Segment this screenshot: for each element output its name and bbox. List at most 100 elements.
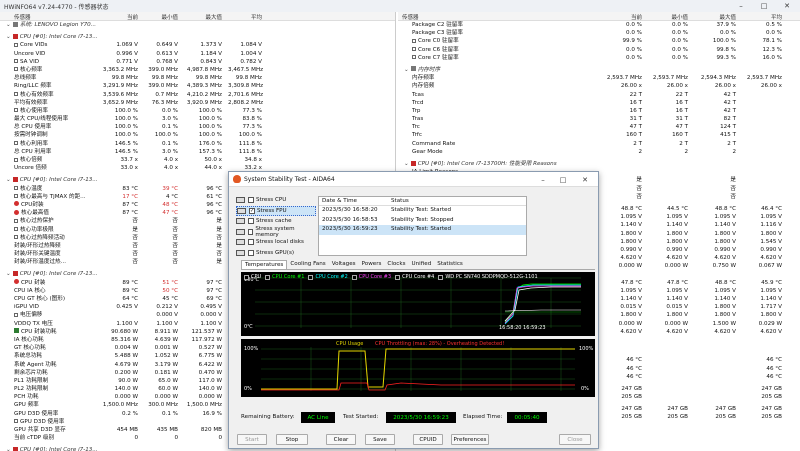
test-started-value: 2023/5/30 16:59:23: [386, 412, 456, 423]
clear-button[interactable]: Clear: [326, 434, 356, 445]
sensor-value: 1.140 V: [666, 296, 688, 302]
sensor-row[interactable]: Core C6 驻留率 0.0 % 0.0 % 99.8 % 12.3 %: [398, 46, 800, 54]
dialog-close-icon[interactable]: ✕: [577, 172, 593, 187]
dialog-minimize-icon[interactable]: –: [535, 172, 551, 187]
sensor-name: 系统 Agent 功耗: [14, 361, 98, 369]
sensor-name: ⌄ CPU [#0]: Intel Core i7-13...: [6, 446, 166, 451]
stress-option[interactable]: Stress system memory: [236, 226, 316, 238]
collapse-icon[interactable]: ⌄: [404, 161, 409, 167]
tab-4[interactable]: Clocks: [384, 260, 408, 269]
start-button[interactable]: Start: [237, 434, 267, 445]
sensor-group-header[interactable]: ⌄ CPU [#0]: Intel Core i7-13700H: 性能受限 Re…: [398, 160, 800, 169]
sensor-row[interactable]: Tcas 22 T 22 T 42 T: [398, 91, 800, 99]
sensor-row[interactable]: Core C7 驻留率 0.0 % 0.0 % 99.3 % 16.0 %: [398, 54, 800, 62]
stress-checkbox[interactable]: [248, 239, 254, 246]
stress-checkbox[interactable]: [248, 249, 254, 256]
sensor-row[interactable]: Command Rate 2 T 2 T 2 T: [398, 140, 800, 148]
sensor-value: 2: [684, 148, 688, 155]
sensor-row[interactable]: 内存倍频 26.00 x 26.00 x 26.00 x 26.00 x: [398, 82, 800, 90]
sensor-value: 1.095 V: [620, 214, 642, 221]
legend-checkbox[interactable]: [265, 274, 271, 280]
sensor-row[interactable]: 核心使用率 100.0 % 0.0 % 100.0 % 77.3 %: [0, 107, 395, 115]
collapse-icon[interactable]: ⌄: [6, 271, 11, 277]
sensor-group-header[interactable]: ⌄ CPU [#0]: Intel Core i7-13...: [0, 33, 395, 42]
cpu-chip-icon: [12, 176, 18, 182]
sensor-value: 247 GB: [761, 385, 782, 392]
sensor-row[interactable]: Trc 47 T 47 T 124 T: [398, 123, 800, 131]
collapse-icon[interactable]: ⌄: [6, 177, 11, 183]
maximize-icon[interactable]: □: [753, 0, 775, 12]
tab-5[interactable]: Unified: [409, 260, 435, 269]
sensor-row[interactable]: 核心频率 3,363.2 MHz 399.0 MHz 4,987.8 MHz 3,467…: [0, 66, 395, 74]
tab-6[interactable]: Statistics: [434, 260, 466, 269]
sensor-row[interactable]: 总线频率 99.8 MHz 99.8 MHz 99.8 MHz 99.8 MHz: [0, 74, 395, 82]
tab-1[interactable]: Cooling Fans: [287, 260, 328, 269]
sensor-name: 总 CPU 使用率: [14, 123, 98, 131]
sensor-value: 16.9 %: [202, 410, 222, 417]
sensor-row[interactable]: Core VIDs 1.069 V 0.649 V 1.373 V 1.084 V: [0, 41, 395, 49]
collapse-icon[interactable]: ⌄: [6, 22, 11, 28]
stress-checkbox[interactable]: ✓: [249, 207, 255, 214]
close-icon[interactable]: ✕: [776, 0, 798, 12]
sensor-value: 0.181 W: [154, 369, 178, 376]
legend-checkbox[interactable]: [395, 274, 401, 280]
sensor-row[interactable]: Package C3 驻留率 0.0 % 0.0 % 0.0 % 0.0 %: [398, 29, 800, 37]
tab-0[interactable]: Temperatures: [241, 260, 288, 269]
legend-item[interactable]: CPU Core #2: [308, 273, 348, 281]
sensor-row[interactable]: Trfc 160 T 160 T 415 T: [398, 131, 800, 139]
stress-checkbox[interactable]: [248, 197, 254, 204]
close-button[interactable]: Close: [559, 434, 591, 445]
save-button[interactable]: Save: [365, 434, 395, 445]
sensor-row[interactable]: 总 CPU 使用率 100.0 % 0.1 % 100.0 % 77.3 %: [0, 123, 395, 131]
sensor-row[interactable]: 按需时钟调制 100.0 % 100.0 % 100.0 % 100.0 %: [0, 131, 395, 139]
minimize-icon[interactable]: –: [730, 0, 752, 12]
event-row[interactable]: 2023/5/30 16:58:53 Stability Test: Stoppe…: [319, 216, 526, 226]
sensor-row[interactable]: Trp 16 T 16 T 42 T: [398, 107, 800, 115]
legend-item[interactable]: CPU Core #1: [265, 273, 304, 281]
sensor-group-header[interactable]: ⌄ 内存时序: [398, 65, 800, 75]
sensor-name: ⌄ 内存时序: [404, 66, 666, 74]
sensor-row[interactable]: Ring/LLC 频率 3,291.9 MHz 399.0 MHz 4,389.3 M…: [0, 82, 395, 90]
legend-checkbox[interactable]: [438, 274, 444, 280]
legend-item[interactable]: CPU: [244, 273, 261, 281]
legend-checkbox[interactable]: [351, 274, 357, 280]
sensor-row[interactable]: Package C2 驻留率 0.0 % 0.0 % 37.9 % 0.5 %: [398, 21, 800, 29]
sensor-row[interactable]: 核心有效频率 3,539.6 MHz 0.7 MHz 4,210.2 MHz 2,701…: [0, 91, 395, 99]
sensor-row[interactable]: Tras 31 T 31 T 82 T: [398, 115, 800, 123]
sensor-row[interactable]: 核心利用率 146.5 % 0.1 % 176.0 % 111.8 %: [0, 140, 395, 148]
legend-item[interactable]: WD PC SN740 SDDPMQD-512G-1101: [438, 273, 538, 281]
tab-2[interactable]: Voltages: [329, 260, 359, 269]
stress-option[interactable]: ✓ Stress FPU: [236, 205, 316, 216]
legend-checkbox[interactable]: [244, 274, 249, 280]
stress-option[interactable]: Stress local disks: [236, 237, 316, 248]
sensor-group-header[interactable]: ⌄ 系统: LENOVO Legion Y70...: [0, 21, 395, 30]
stress-option[interactable]: Stress GPU(s): [236, 248, 316, 259]
dialog-maximize-icon[interactable]: □: [555, 172, 571, 187]
legend-item[interactable]: CPU Core #3: [351, 273, 391, 281]
sensor-row[interactable]: 平均有效频率 3,652.9 MHz 76.3 MHz 3,920.9 MHz 2,80…: [0, 99, 395, 107]
sensor-row[interactable]: Gear Mode 2 2 2: [398, 148, 800, 156]
sensor-row[interactable]: 内存频率 2,593.7 MHz 2,593.7 MHz 2,594.3 MHz 2,5…: [398, 74, 800, 82]
stop-button[interactable]: Stop: [276, 434, 308, 445]
collapse-icon[interactable]: ⌄: [6, 447, 11, 451]
sensor-row[interactable]: SA VID 0.771 V 0.768 V 0.843 V 0.782 V: [0, 58, 395, 66]
stress-checkbox[interactable]: [248, 218, 254, 225]
sensor-row[interactable]: 最大 CPU/线程使用率 100.0 % 3.0 % 100.0 % 83.8 %: [0, 115, 395, 123]
cpuid-button[interactable]: CPUID: [413, 434, 443, 445]
legend-checkbox[interactable]: [308, 274, 314, 280]
sensor-row[interactable]: 核心倍频 33.7 x 4.0 x 50.0 x 34.8 x: [0, 156, 395, 164]
tab-3[interactable]: Powers: [359, 260, 385, 269]
event-row[interactable]: 2023/5/30 16:58:20 Stability Test: Starte…: [319, 206, 526, 216]
preferences-button[interactable]: Preferences: [451, 434, 489, 445]
stress-option[interactable]: Stress CPU: [236, 195, 316, 206]
collapse-icon[interactable]: ⌄: [404, 67, 409, 73]
sensor-row[interactable]: Uncore VID 0.996 V 0.613 V 1.184 V 1.004 V: [0, 50, 395, 58]
sensor-row[interactable]: 总 CPU 利用率 146.5 % 3.0 % 157.3 % 111.8 %: [0, 148, 395, 156]
legend-item[interactable]: CPU Core #4: [395, 273, 434, 281]
sensor-row[interactable]: Trcd 16 T 16 T 42 T: [398, 99, 800, 107]
sensor-row[interactable]: Core C0 驻留率 99.9 % 0.0 % 100.0 % 78.1 %: [398, 37, 800, 45]
stress-checkbox[interactable]: [247, 228, 254, 235]
collapse-icon[interactable]: ⌄: [6, 34, 11, 40]
sensor-value: 否: [172, 218, 178, 225]
event-row[interactable]: 2023/5/30 16:59:23 Stability Test: Starte…: [319, 225, 526, 235]
